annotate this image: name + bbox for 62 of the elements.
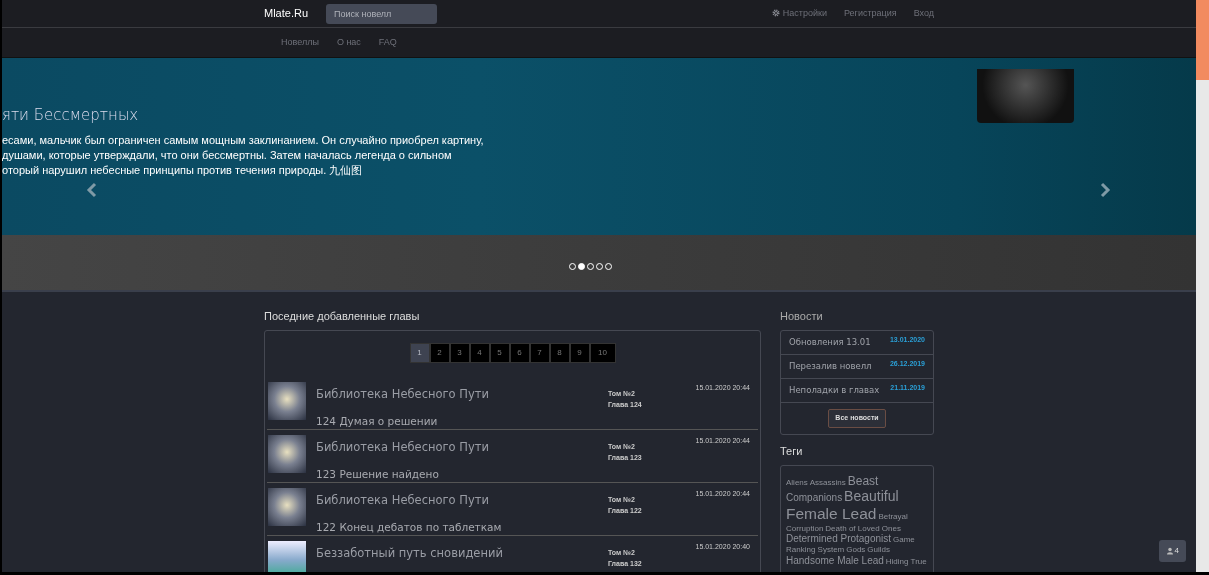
nav-link[interactable]: Новеллы (281, 35, 319, 50)
tag-link[interactable]: Beast (847, 473, 879, 488)
page-link[interactable]: 10 (589, 343, 616, 364)
section-heading: Поседние добавленные главы (264, 310, 421, 324)
scrollbar-thumb[interactable] (1196, 0, 1209, 80)
section-heading: Теги (780, 444, 804, 458)
section-heading: Новости (780, 310, 824, 324)
online-count: 4 (1174, 545, 1179, 557)
novel-link[interactable]: Библиотека Небесного Пути (316, 493, 489, 508)
tag-link[interactable]: Gods (846, 545, 866, 555)
tag-link[interactable]: Assassins (809, 477, 846, 487)
tag-link[interactable]: Companions (786, 492, 843, 504)
tag-link[interactable]: Hiding True (885, 556, 927, 566)
online-users-badge[interactable]: 4 (1158, 540, 1186, 562)
chapter-title: 123 Решение найдено (316, 467, 440, 483)
chapter-title: 122 Конец дебатов по таблеткам (316, 520, 503, 536)
page-link[interactable]: 5 (489, 343, 510, 364)
tag-link[interactable]: Corruption (786, 523, 824, 533)
page-link[interactable]: 1 (409, 343, 430, 364)
search-field[interactable]: Поиск новелл (326, 3, 438, 24)
page-link[interactable]: 6 (509, 343, 530, 364)
tag-link[interactable]: Determined Protagonist (786, 533, 892, 545)
page-link[interactable]: 3 (449, 343, 470, 364)
cover-placeholder (268, 541, 306, 572)
user-icon (1165, 547, 1174, 555)
slide-indicator[interactable] (577, 263, 585, 270)
tag-link[interactable]: Guilds (867, 545, 890, 555)
tag-link[interactable]: Game (893, 535, 915, 545)
slide-title: яти Бессмертных (2, 106, 140, 124)
slide-description: есами, мальчик был ограничен самым мощным заклинанием. Он случайно приобрел картину, душами, которые утверждали, что они бессмертны. Затем началась легенда о сильном оторый нарушил небесные принципы против течения природы. 九仙图 (2, 133, 485, 178)
tag-link[interactable]: Female Lead (786, 505, 877, 523)
tag-link[interactable]: Death of Loved Ones (825, 523, 901, 533)
novel-link[interactable]: Библиотека Небесного Пути (316, 387, 489, 402)
page-link[interactable]: 2 (429, 343, 450, 364)
page-link[interactable]: 8 (549, 343, 570, 364)
page-link[interactable]: 9 (569, 343, 590, 364)
tag-link[interactable]: Handsome Male Lead (786, 554, 884, 566)
news-link[interactable]: Обновления 13.01 (789, 336, 871, 350)
news-link[interactable]: Перезалив новелл (789, 360, 872, 374)
gear-icon (771, 8, 780, 17)
cover-placeholder (268, 488, 306, 527)
tag-link[interactable]: Beautiful (844, 488, 899, 505)
chevron-left-icon[interactable] (86, 182, 98, 198)
novel-link[interactable]: Беззаботный путь сновидений (316, 546, 503, 561)
tag-link[interactable]: Aliens (786, 477, 808, 487)
tag-link[interactable]: Ranking System (786, 545, 845, 555)
cover-placeholder (268, 382, 306, 421)
nav-link[interactable]: FAQ (378, 35, 397, 50)
nav-link[interactable]: Регистрация (844, 6, 897, 21)
chapter-title: 124 Думая о решении (316, 414, 439, 430)
cover-placeholder (268, 435, 306, 474)
page-link[interactable]: 4 (469, 343, 490, 364)
chevron-right-icon[interactable] (1099, 182, 1111, 198)
novel-link[interactable]: Библиотека Небесного Пути (316, 440, 489, 455)
scrollbar[interactable] (1196, 0, 1209, 572)
news-link[interactable]: Неполадки в главах (789, 384, 880, 398)
tag-link[interactable]: Betrayal (878, 512, 908, 522)
page-link[interactable]: 7 (529, 343, 550, 364)
nav-link[interactable]: Вход (913, 6, 934, 21)
settings-link[interactable]: Настройки (771, 6, 827, 21)
nav-link[interactable]: О нас (336, 35, 361, 50)
site-logo[interactable]: Mlate.Ru (264, 5, 309, 22)
